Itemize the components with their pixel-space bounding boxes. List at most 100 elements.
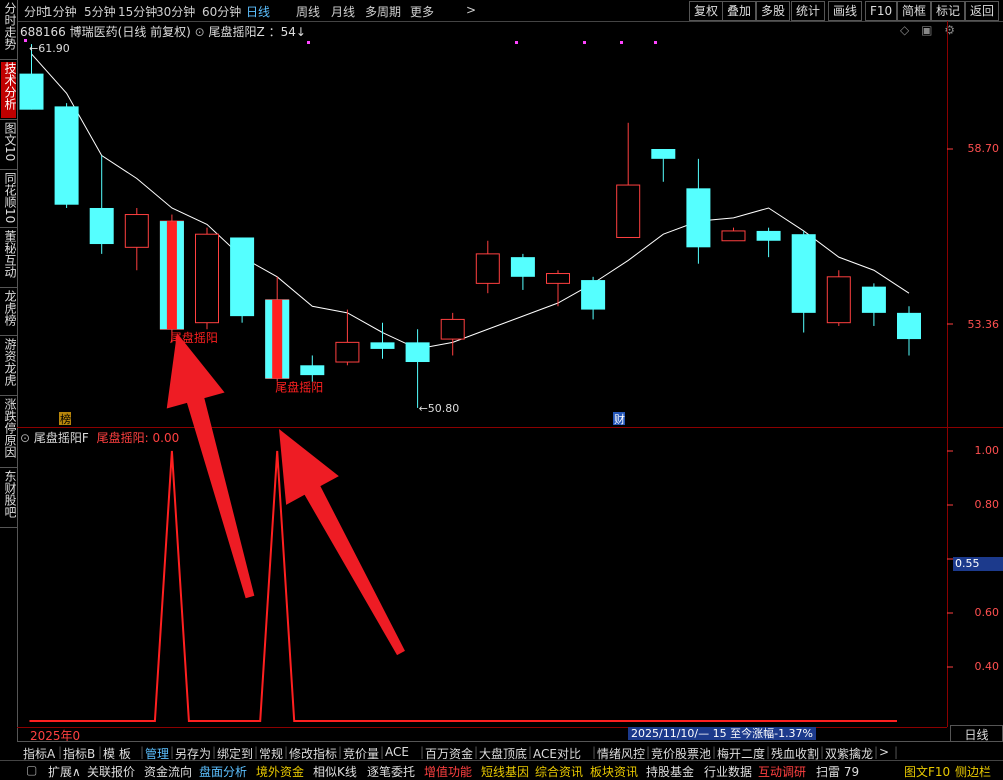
tab-divider: | <box>338 745 343 759</box>
function-tab[interactable]: 互动调研 <box>758 763 806 780</box>
tab-divider: | <box>170 745 175 759</box>
candle-body <box>616 184 641 238</box>
toolbar-button[interactable]: 画线 <box>828 1 863 21</box>
toolbar-button[interactable]: 复权 <box>689 1 724 21</box>
function-tab[interactable]: 扩展∧ <box>48 763 81 780</box>
candle-body <box>721 230 746 242</box>
tab-divider: | <box>528 745 533 759</box>
square-icon[interactable]: ▢ <box>26 763 37 777</box>
candle-body <box>370 342 395 349</box>
sidebar-item[interactable]: 龙虎榜 <box>1 290 16 334</box>
sidebar-item[interactable]: 董秘互动 <box>1 230 16 286</box>
low-label: ←50.80 <box>419 402 460 415</box>
top-tab[interactable]: 周线 <box>296 3 320 20</box>
sidebar-item[interactable]: 游资龙虎 <box>1 338 16 394</box>
candle-body <box>405 342 430 363</box>
indicator-dropdown-icon[interactable]: ⊙ <box>20 431 30 445</box>
sidebar-divider <box>0 119 17 120</box>
function-tab[interactable]: 侧边栏 <box>955 763 991 780</box>
function-tab[interactable]: 板块资讯 <box>590 763 638 780</box>
left-sidebar: 分时走势技术分析图文10 同花顺10 董秘互动龙虎榜游资龙虎涨跌停原因东财股吧 <box>0 0 18 778</box>
tab-divider: | <box>766 745 771 759</box>
top-tab[interactable]: 多周期 <box>365 3 401 20</box>
toolbar-button[interactable]: 统计 <box>791 1 826 21</box>
function-tab[interactable]: 短线基因 <box>481 763 529 780</box>
function-tab[interactable]: 相似K线 <box>313 763 357 780</box>
candle-body <box>335 341 360 363</box>
toolbar-button[interactable]: 简框 <box>897 1 932 21</box>
function-tab[interactable]: 盘面分析 <box>199 763 247 780</box>
function-tab[interactable]: 关联报价 <box>87 763 135 780</box>
sub-series-value: 0.00 <box>152 431 180 445</box>
candle-body <box>897 312 921 340</box>
price-tick: 58.70 <box>967 142 1000 155</box>
top-tab[interactable]: 30分钟 <box>156 3 195 20</box>
function-tab[interactable]: 综合资讯 <box>535 763 583 780</box>
sidebar-item[interactable]: 同花顺10 <box>1 172 16 226</box>
period-box[interactable]: 日线 <box>950 725 1003 742</box>
candle-body <box>195 233 219 324</box>
function-tab[interactable]: 资金流向 <box>144 763 192 780</box>
signal-highlight <box>272 299 283 379</box>
chevron-right-icon[interactable]: > <box>466 3 476 17</box>
candle-body <box>791 234 816 313</box>
sidebar-item[interactable]: 分时走势 <box>1 2 16 58</box>
price-tick: 53.36 <box>967 318 1000 331</box>
top-tab[interactable]: 15分钟 <box>118 3 157 20</box>
function-tab[interactable]: 行业数据 <box>704 763 752 780</box>
indicator-tab[interactable]: ACE <box>385 745 409 759</box>
indicator-tab[interactable]: > <box>879 745 889 759</box>
candle-body <box>230 237 255 317</box>
sidebar-item[interactable]: 涨跌停原因 <box>1 398 16 466</box>
function-tab[interactable]: 境外资金 <box>256 763 304 780</box>
function-tab[interactable]: 持股基金 <box>646 763 694 780</box>
candle-body <box>581 280 606 310</box>
top-tab[interactable]: 更多 <box>410 3 434 20</box>
tab-divider: | <box>646 745 651 759</box>
top-tab[interactable]: 日线 <box>246 3 270 20</box>
tab-divider: | <box>474 745 479 759</box>
function-tab[interactable]: 增值功能 <box>424 763 472 780</box>
event-dot <box>307 41 310 44</box>
function-tab[interactable]: 图文F10 <box>904 763 950 780</box>
sub-tick: 0.60 <box>974 606 1000 619</box>
candle-body <box>686 188 711 248</box>
annotation-arrow <box>279 429 405 656</box>
top-tab[interactable]: 月线 <box>331 3 355 20</box>
function-tab[interactable]: 逐笔委托 <box>367 763 415 780</box>
tab-divider: | <box>820 745 825 759</box>
toolbar-button[interactable]: 返回 <box>965 1 1000 21</box>
candle-body <box>756 230 781 241</box>
candle-body <box>19 73 44 110</box>
chart-area[interactable]: 尾盘摇阳尾盘摇阳←61.90←50.80榜财 <box>17 21 1003 741</box>
top-tab[interactable]: 1分钟 <box>45 3 77 20</box>
tab-divider: | <box>712 745 717 759</box>
period-toolbar: 分时 1分钟 5分钟 15分钟 30分钟 60分钟 日线 周线 月线 多周期 更多 > 复权 叠加 多股统… <box>0 0 1003 22</box>
event-dot <box>620 41 623 44</box>
function-tabs-bar: 扩展∧ 关联报价 资金流向 盘面分析 境外资金 相似K线 逐笔委托 增值功能 短线基因 综合资讯板… <box>0 760 1003 779</box>
sidebar-item[interactable]: 图文10 <box>1 122 16 168</box>
event-dot <box>24 39 27 42</box>
toolbar-button[interactable]: 叠加 <box>722 1 757 21</box>
tab-divider: | <box>212 745 217 759</box>
candle-body <box>826 276 851 324</box>
sidebar-divider <box>0 287 17 288</box>
candle-body <box>300 365 325 376</box>
range-info: 2025/11/10/— 15 至今涨幅-1.37% <box>628 727 817 740</box>
sub-indicator-name[interactable]: 尾盘摇阳F <box>34 431 89 445</box>
top-tab[interactable]: 5分钟 <box>84 3 116 20</box>
tab-divider: | <box>284 745 289 759</box>
top-tab[interactable]: 60分钟 <box>202 3 241 20</box>
sidebar-divider <box>0 467 17 468</box>
sidebar-item[interactable]: 技术分析 <box>1 62 16 118</box>
sidebar-item[interactable]: 东财股吧 <box>1 470 16 526</box>
candle-body <box>651 149 676 159</box>
toolbar-button[interactable]: 多股 <box>756 1 791 21</box>
event-dot <box>583 41 586 44</box>
tab-divider: | <box>98 745 103 759</box>
toolbar-button[interactable]: F10 <box>865 1 898 21</box>
tab-divider: | <box>894 745 899 759</box>
function-tab[interactable]: 扫雷 79 <box>816 763 859 780</box>
event-dot <box>654 41 657 44</box>
toolbar-button[interactable]: 标记 <box>931 1 966 21</box>
